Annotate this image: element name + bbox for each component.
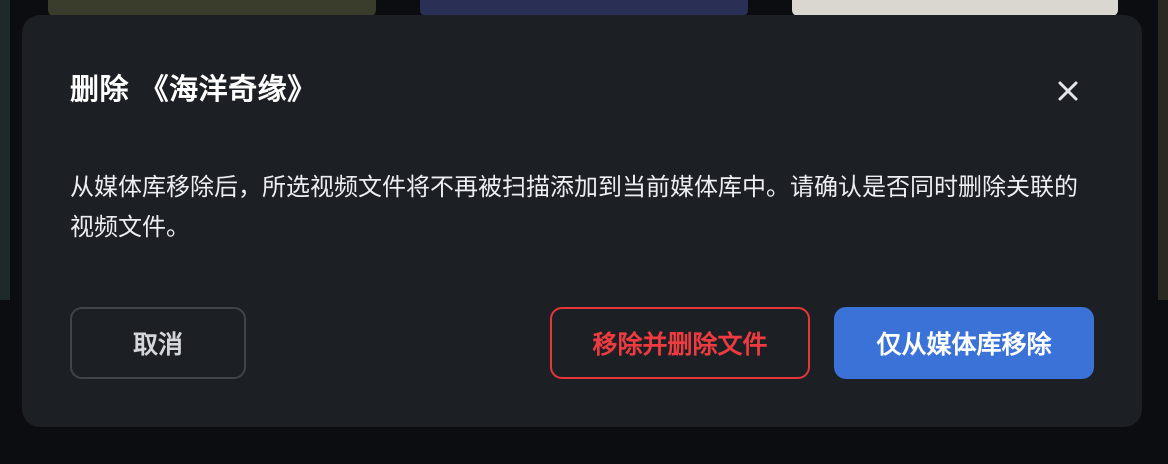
close-button[interactable] xyxy=(1046,73,1090,109)
background-poster xyxy=(48,0,376,16)
delete-dialog: 删除 《海洋奇缘》 从媒体库移除后，所选视频文件将不再被扫描添加到当前媒体库中。… xyxy=(22,15,1142,427)
dialog-title: 删除 《海洋奇缘》 xyxy=(70,72,317,106)
background-poster xyxy=(792,0,1118,16)
remove-and-delete-files-button[interactable]: 移除并删除文件 xyxy=(550,307,810,379)
close-icon xyxy=(1058,81,1078,101)
remove-from-library-button[interactable]: 仅从媒体库移除 xyxy=(834,307,1094,379)
background-poster-edge xyxy=(1158,0,1168,300)
cancel-button[interactable]: 取消 xyxy=(70,307,246,379)
background-poster-edge xyxy=(0,0,10,300)
background-poster xyxy=(420,0,748,16)
dialog-message: 从媒体库移除后，所选视频文件将不再被扫描添加到当前媒体库中。请确认是否同时删除关… xyxy=(70,173,1078,241)
